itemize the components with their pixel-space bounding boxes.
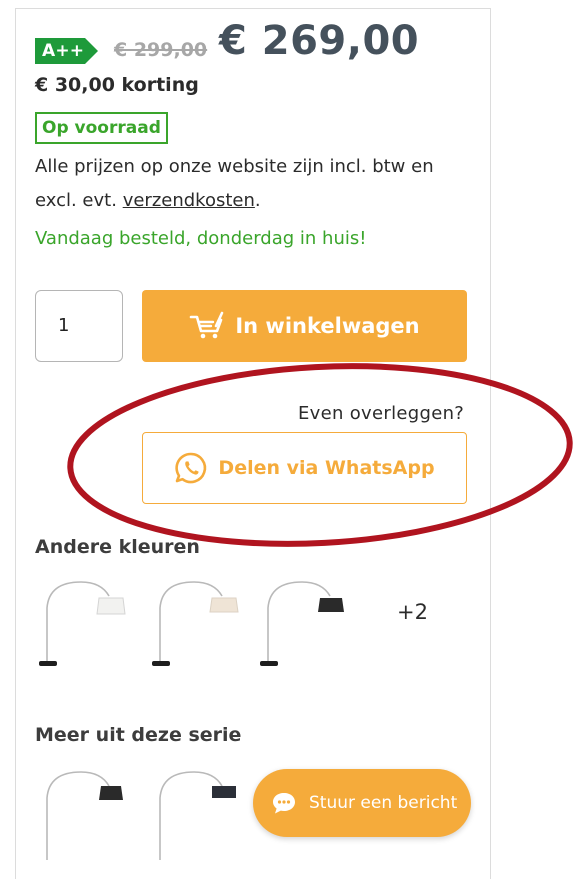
chat-message-button[interactable]: Stuur een bericht bbox=[253, 769, 471, 837]
price-info: Alle prijzen op onze website zijn incl. … bbox=[35, 150, 475, 218]
whatsapp-share-button[interactable]: Delen via WhatsApp bbox=[142, 432, 467, 504]
old-price: € 299,00 bbox=[114, 39, 208, 61]
series-title: Meer uit deze serie bbox=[35, 724, 242, 746]
series-lamp-thumbnail-2[interactable] bbox=[150, 768, 246, 860]
lamp-shade bbox=[209, 597, 239, 613]
add-to-cart-button[interactable]: In winkelwagen bbox=[142, 290, 467, 362]
quantity-input[interactable]: 1 bbox=[35, 290, 123, 362]
lamp-shade bbox=[318, 598, 344, 612]
lamp-base bbox=[152, 661, 170, 666]
lamp-thumbnail-beige[interactable] bbox=[150, 578, 246, 670]
lamp-shade bbox=[96, 597, 126, 615]
other-colors-title: Andere kleuren bbox=[35, 536, 200, 558]
discount-text: € 30,00 korting bbox=[35, 74, 199, 96]
lamp-thumbnail-white[interactable] bbox=[37, 578, 133, 670]
shipping-costs-link[interactable]: verzendkosten bbox=[123, 190, 255, 211]
chat-label: Stuur een bericht bbox=[309, 793, 458, 813]
price-info-end: . bbox=[254, 190, 261, 211]
energy-label-text: A++ bbox=[42, 41, 85, 61]
whatsapp-icon bbox=[175, 452, 207, 484]
chat-bubble-icon bbox=[273, 793, 295, 814]
series-lamp-thumbnail-1[interactable] bbox=[37, 768, 133, 860]
share-prompt: Even overleggen? bbox=[298, 403, 465, 424]
lamp-base bbox=[39, 661, 57, 666]
delivery-note: Vandaag besteld, donderdag in huis! bbox=[35, 228, 367, 249]
lamp-thumbnail-black[interactable] bbox=[258, 578, 354, 670]
current-price: € 269,00 bbox=[219, 18, 420, 64]
more-colors-count[interactable]: +2 bbox=[397, 600, 428, 624]
cart-icon bbox=[190, 311, 224, 339]
lamp-shade bbox=[212, 786, 236, 798]
lamp-base bbox=[260, 661, 278, 666]
stock-badge: Op voorraad bbox=[35, 112, 168, 144]
whatsapp-label: Delen via WhatsApp bbox=[218, 457, 435, 479]
lamp-shade bbox=[99, 786, 123, 800]
add-to-cart-label: In winkelwagen bbox=[235, 314, 420, 338]
